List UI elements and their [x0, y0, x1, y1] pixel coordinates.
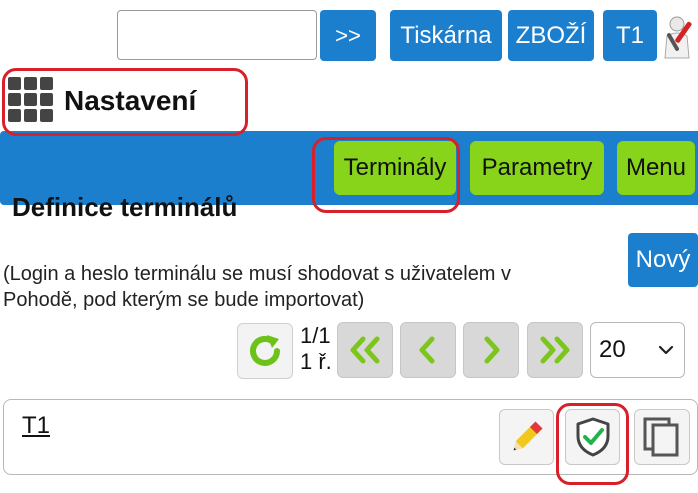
activate-highlight: [556, 403, 629, 485]
previous-page-button[interactable]: [400, 322, 456, 378]
tab-parameters[interactable]: Parametry: [470, 141, 604, 195]
double-chevron-left-icon: [350, 336, 380, 364]
section-note-line: (Login a heslo terminálu se musí shodova…: [3, 263, 512, 285]
page-size-select[interactable]: 20: [590, 322, 685, 378]
search-input[interactable]: [117, 10, 317, 60]
page-counter: 1/1: [300, 323, 331, 348]
go-button[interactable]: >>: [320, 10, 376, 61]
next-page-button[interactable]: [463, 322, 519, 378]
refresh-icon: [250, 335, 280, 366]
pencil-icon: [513, 421, 543, 451]
first-page-button[interactable]: [337, 322, 393, 378]
copy-icon: [643, 417, 679, 457]
printer-button[interactable]: Tiskárna: [390, 10, 502, 61]
refresh-button[interactable]: [237, 323, 293, 379]
edit-button[interactable]: [499, 409, 554, 465]
row-counter: 1 ř.: [300, 349, 332, 374]
terminal-button[interactable]: T1: [603, 10, 657, 61]
last-page-button[interactable]: [527, 322, 583, 378]
terminal-link[interactable]: T1: [22, 412, 50, 440]
chevron-down-icon: [658, 345, 674, 355]
terminals-highlight: [312, 137, 460, 213]
copy-button[interactable]: [634, 409, 690, 465]
page-info: 1/1 1 ř.: [300, 323, 332, 375]
page-size-value: 20: [599, 336, 626, 363]
title-highlight: [2, 68, 248, 136]
double-chevron-right-icon: [540, 336, 570, 364]
goods-button[interactable]: ZBOŽÍ: [508, 10, 594, 61]
new-terminal-button[interactable]: Nový: [628, 233, 698, 287]
chevron-left-icon: [419, 336, 435, 364]
section-title: Definice terminálů: [12, 192, 238, 222]
section-note: (Login a heslo terminálu se musí shodova…: [3, 261, 613, 313]
chevron-right-icon: [484, 336, 500, 364]
section-note-line: Pohodě, pod kterým se bude importovat): [3, 289, 365, 311]
tab-menu[interactable]: Menu: [617, 141, 695, 195]
user-settings-icon[interactable]: [661, 14, 697, 62]
